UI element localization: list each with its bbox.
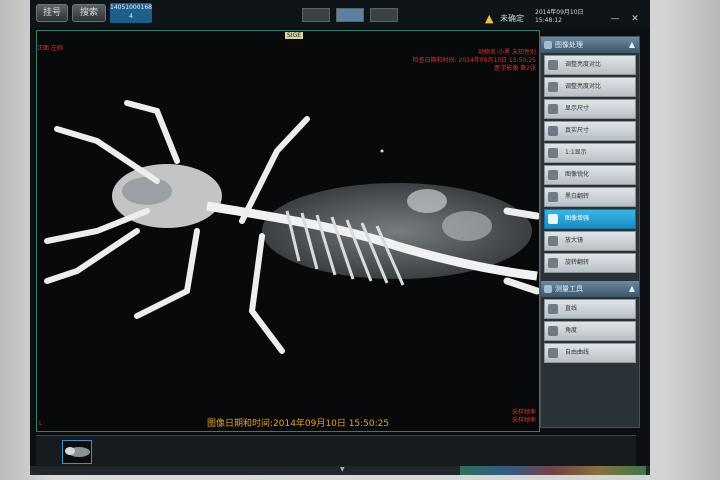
tool-label: 自由曲线 (565, 349, 590, 356)
top-toolbar: 挂号 搜索 14051000168 4 ▲ 未确定 2014年09月10日 15… (30, 0, 650, 28)
thumbnail-image[interactable] (62, 440, 92, 464)
clock: 2014年09月10日 15:48:12 (535, 9, 584, 25)
meta-line: 医学影像 第2张 (494, 65, 536, 72)
chevron-up-icon: ▲ (628, 40, 635, 49)
meta-line: 检查日期和时间: 2014年09月10日 15:50:25 (412, 57, 536, 64)
panel-icon (544, 41, 552, 49)
system-tray[interactable] (460, 466, 646, 475)
panel-icon (544, 285, 552, 293)
tool-label: 显示尺寸 (565, 105, 590, 112)
tool-label: 角度 (565, 327, 578, 334)
tool-item[interactable]: 1:1显示 (544, 143, 636, 163)
invert-icon (548, 192, 558, 202)
tool-item[interactable]: 显示尺寸 (544, 99, 636, 119)
tool-sidebar: 图像处理 ▲ 调整亮度对比 调整亮度对比 显示尺寸真实尺寸 1:1显示图像锐化黑白翻转… (540, 36, 640, 428)
line-icon (548, 304, 558, 314)
tool-label: 旋转翻转 (565, 259, 590, 266)
tool-label: 直线 (565, 305, 578, 312)
marker-label: SIGE (285, 32, 304, 39)
meta-line: 动物名:小黑 未知性别 (478, 49, 536, 56)
tool-label: 调整亮度对比 (565, 83, 602, 90)
side-label: L (39, 420, 43, 427)
patient-id: 14051000168 (110, 4, 152, 11)
xray-viewport[interactable]: 正面 左侧 SIGE 动物名:小黑 未知性别 检查日期和时间: 2014年09月… (36, 30, 540, 432)
meta-line: 采样频率 (511, 417, 536, 424)
tool-label: 图像锐化 (565, 171, 590, 178)
angle-icon (548, 326, 558, 336)
acquisition-metadata: 采样频率 采样频率 (512, 409, 536, 425)
tool-item[interactable]: 黑白翻转 (544, 187, 636, 207)
actual-size-icon (548, 126, 558, 136)
search-button[interactable]: 搜索 (72, 4, 106, 22)
tool-item[interactable]: 调整亮度对比 (544, 55, 636, 75)
split-view-toggle[interactable] (370, 8, 398, 22)
tool-item[interactable]: 调整亮度对比 (544, 77, 636, 97)
minimize-button[interactable]: — (608, 13, 622, 25)
contrast-icon (548, 82, 558, 92)
ruler-icon (548, 104, 558, 114)
chevron-up-icon: ▲ (628, 284, 635, 293)
grid-view-toggle[interactable] (336, 8, 364, 22)
zoom-icon (548, 148, 558, 158)
image-processing-header[interactable]: 图像处理 ▲ (541, 37, 639, 53)
tool-label: 放大镜 (565, 237, 584, 244)
panel-title: 图像处理 (555, 41, 583, 49)
scroll-down-icon[interactable]: ▼ (340, 466, 345, 473)
measure-tool-item[interactable]: 角度 (544, 321, 636, 341)
tool-label: 1:1显示 (565, 149, 587, 156)
patient-id-suffix: 4 (129, 13, 133, 20)
xray-image (44, 100, 539, 354)
image-tools-list: 调整亮度对比 调整亮度对比 显示尺寸真实尺寸 1:1显示图像锐化黑白翻转图像增强放大镜… (541, 55, 639, 273)
panel-title: 测量工具 (555, 285, 583, 293)
clock-date: 2014年09月10日 (535, 9, 584, 16)
tool-item[interactable]: 放大镜 (544, 231, 636, 251)
taskbar: ▼ (30, 466, 650, 475)
meta-line: 采样频率 (511, 409, 536, 416)
brightness-icon (548, 60, 558, 70)
tool-item[interactable]: 旋转翻转 (544, 253, 636, 273)
warning-icon: ▲ (485, 12, 494, 25)
tool-label: 图像增强 (565, 215, 590, 222)
measure-tool-item[interactable]: 自由曲线 (544, 343, 636, 363)
tool-item[interactable]: 图像锐化 (544, 165, 636, 185)
clock-time: 15:48:12 (535, 17, 562, 24)
measurement-header[interactable]: 测量工具 ▲ (541, 281, 639, 297)
tool-label: 黑白翻转 (565, 193, 590, 200)
enhance-icon (548, 214, 558, 224)
application-window: 挂号 搜索 14051000168 4 ▲ 未确定 2014年09月10日 15… (30, 0, 650, 475)
tool-label: 调整亮度对比 (565, 61, 602, 68)
orientation-label: 正面 左侧 (37, 45, 63, 52)
warning-text: 未确定 (500, 14, 524, 23)
register-button[interactable]: 挂号 (36, 4, 68, 22)
magnifier-icon (548, 236, 558, 246)
patient-metadata: 动物名:小黑 未知性别 检查日期和时间: 2014年09月10日 15:50:2… (413, 49, 536, 73)
single-view-toggle[interactable] (302, 8, 330, 22)
patient-id-box[interactable]: 14051000168 4 (110, 3, 152, 23)
measurement-tools-list: 直线 角度 自由曲线 (541, 299, 639, 363)
tool-item[interactable]: 真实尺寸 (544, 121, 636, 141)
curve-icon (548, 348, 558, 358)
thumbnail-strip (36, 435, 636, 466)
rotate-icon (548, 258, 558, 268)
tool-label: 真实尺寸 (565, 127, 590, 134)
image-datestamp: 图像日期和时间:2014年09月10日 15:50:25 (207, 419, 390, 429)
sharpen-icon (548, 170, 558, 180)
thumbnail-xray (65, 447, 90, 457)
measure-tool-item[interactable]: 直线 (544, 299, 636, 319)
close-button[interactable]: ✕ (628, 13, 642, 25)
tool-item[interactable]: 图像增强 (544, 209, 636, 229)
